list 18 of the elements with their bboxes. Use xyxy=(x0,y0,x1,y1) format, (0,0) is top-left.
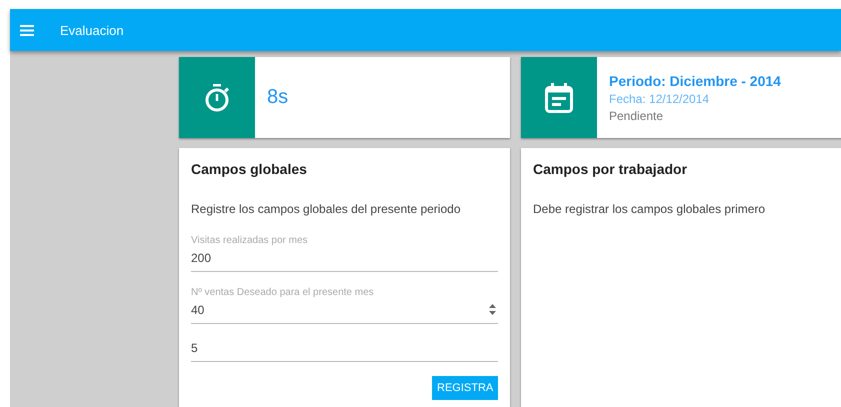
input-field[interactable]: 200 xyxy=(191,249,471,271)
app-title: Evaluacion xyxy=(60,22,124,38)
period-title: Periodo: Diciembre - 2014 xyxy=(609,72,781,88)
card-description: Debe registrar los campos globales primero xyxy=(533,202,766,216)
field-label: Visitas realizadas por mes xyxy=(191,235,309,246)
calendar-icon xyxy=(545,82,573,112)
period-status: Pendiente xyxy=(609,108,664,122)
timer-value: 8s xyxy=(267,86,288,109)
period-date: Fecha: 12/12/2014 xyxy=(609,92,710,106)
input-field[interactable]: 5 xyxy=(191,339,471,361)
menu-icon[interactable] xyxy=(20,24,34,36)
card-title: Campos por trabajador xyxy=(533,161,688,177)
stopwatch-icon xyxy=(204,84,230,112)
spinner-icon[interactable] xyxy=(489,304,496,315)
card-description: Registre los campos globales del presente periodo xyxy=(191,202,462,216)
card-title: Campos globales xyxy=(191,161,308,177)
field-label: Nº ventas Deseado para el presente mes xyxy=(191,287,375,298)
input-field[interactable]: 40 xyxy=(191,301,471,323)
